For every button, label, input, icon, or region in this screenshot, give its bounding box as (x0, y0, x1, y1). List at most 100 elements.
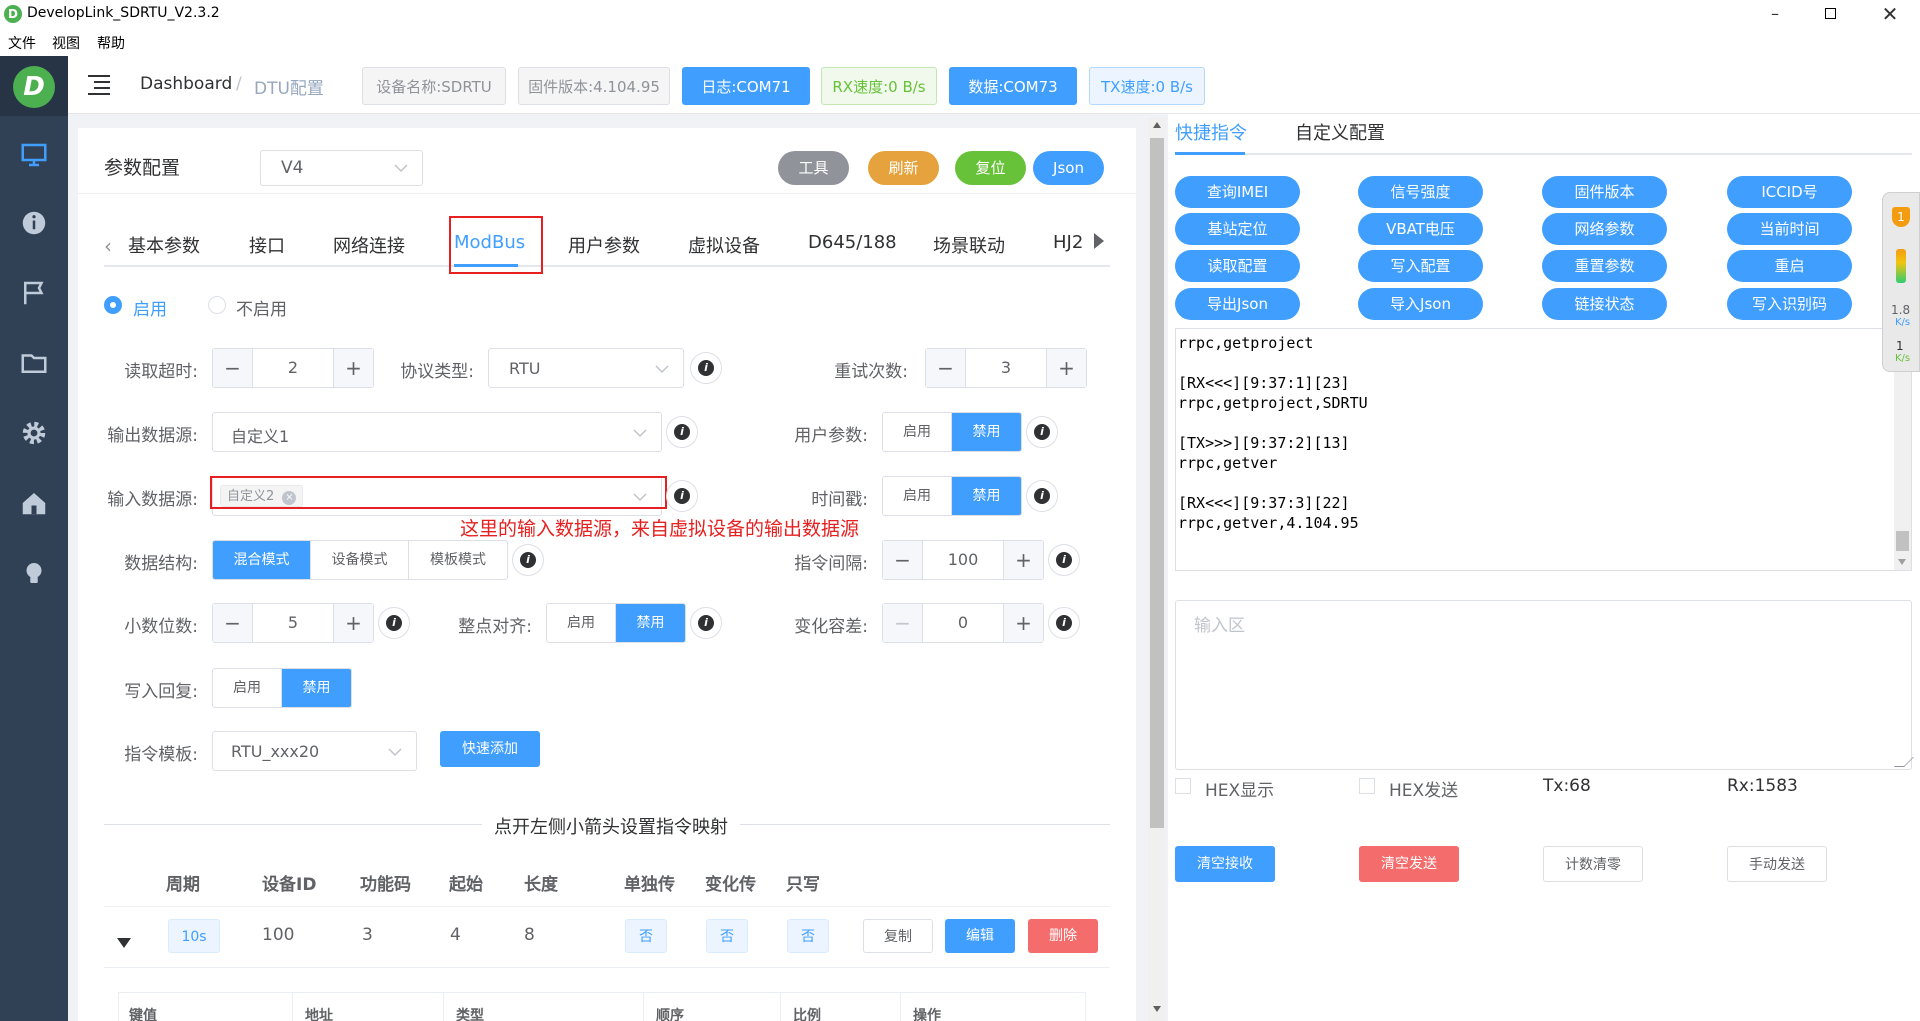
delete-button[interactable]: 删除 (1028, 919, 1098, 953)
menu-toggle-icon[interactable] (88, 73, 110, 95)
sidebar-item-info[interactable] (19, 208, 49, 238)
tolerance-stepper[interactable]: −0 + (882, 603, 1044, 643)
clear-receive-button[interactable]: 清空接收 (1175, 846, 1275, 882)
cmd-template-label: 指令模板: (124, 745, 198, 765)
hour-align-info-icon[interactable]: i (690, 607, 722, 639)
enable-radio-label[interactable]: 启用 (133, 295, 167, 320)
write-config-button[interactable]: 写入配置 (1358, 250, 1483, 282)
sidebar-item-settings[interactable] (19, 418, 49, 448)
maximize-button[interactable] (1815, 2, 1845, 26)
query-imei-button[interactable]: 查询IMEI (1175, 176, 1300, 208)
hex-show-label[interactable]: HEX显示 (1205, 776, 1274, 801)
log-area[interactable]: rrpc,getproject [RX<<<][9:37:1][23] rrpc… (1175, 328, 1912, 571)
export-json-button[interactable]: 导出Json (1175, 288, 1300, 320)
vbat-voltage-button[interactable]: VBAT电压 (1358, 213, 1483, 245)
tolerance-info-icon[interactable]: i (1048, 607, 1080, 639)
iccid-button[interactable]: ICCID号 (1727, 176, 1852, 208)
refresh-button[interactable]: 刷新 (868, 151, 939, 185)
cmd-template-select[interactable]: RTU_xxx20 (212, 731, 417, 771)
clear-send-button[interactable]: 清空发送 (1359, 846, 1459, 882)
decimal-stepper[interactable]: −5 + (212, 603, 374, 643)
sidebar-item-folder[interactable] (19, 348, 49, 378)
user-param-toggle[interactable]: 启用 禁用 (882, 412, 1022, 452)
retry-stepper[interactable]: −3 + (925, 348, 1087, 388)
reset-params-button[interactable]: 重置参数 (1542, 250, 1667, 282)
signal-strength-button[interactable]: 信号强度 (1358, 176, 1483, 208)
version-select[interactable]: V4 (260, 150, 423, 186)
link-status-button[interactable]: 链接状态 (1542, 288, 1667, 320)
data-port-button[interactable]: 数据:COM73 (949, 67, 1077, 105)
close-window-button[interactable]: ✕ (1875, 0, 1905, 28)
tab-basic-params[interactable]: 基本参数 (128, 232, 200, 258)
tabs-scroll-left-icon[interactable]: ‹ (104, 234, 112, 258)
tab-custom-config[interactable]: 自定义配置 (1295, 119, 1385, 145)
manual-send-button[interactable]: 手动发送 (1727, 846, 1827, 882)
expand-row-icon[interactable] (117, 938, 131, 948)
hex-send-label[interactable]: HEX发送 (1389, 776, 1458, 801)
write-reply-toggle[interactable]: 启用 禁用 (212, 668, 352, 708)
protocol-select[interactable]: RTU (488, 348, 684, 388)
data-struct-segment[interactable]: 混合模式 设备模式 模板模式 (212, 540, 508, 580)
breadcrumb-home[interactable]: Dashboard (140, 74, 232, 94)
disable-radio[interactable] (208, 296, 226, 314)
timestamp-toggle[interactable]: 启用 禁用 (882, 476, 1022, 516)
cmd-interval-info-icon[interactable]: i (1048, 544, 1080, 576)
quick-add-button[interactable]: 快速添加 (440, 731, 540, 767)
sidebar-item-monitor[interactable] (19, 140, 49, 170)
tab-d645[interactable]: D645/188 (808, 232, 897, 253)
reset-button[interactable]: 复位 (955, 151, 1026, 185)
copy-button[interactable]: 复制 (863, 919, 933, 953)
tabs-scroll-right-icon[interactable] (1094, 233, 1104, 249)
menu-file[interactable]: 文件 (8, 33, 36, 53)
data-struct-info-icon[interactable]: i (512, 544, 544, 576)
current-time-button[interactable]: 当前时间 (1727, 213, 1852, 245)
hour-align-toggle[interactable]: 启用 禁用 (546, 603, 686, 643)
tab-interface[interactable]: 接口 (249, 232, 285, 258)
enable-radio[interactable] (104, 296, 122, 314)
protocol-info-icon[interactable]: i (690, 352, 722, 384)
sidebar-item-tips[interactable] (19, 558, 49, 588)
tab-virtual-device[interactable]: 虚拟设备 (688, 232, 760, 258)
count-reset-button[interactable]: 计数清零 (1543, 846, 1643, 882)
reboot-button[interactable]: 重启 (1727, 250, 1852, 282)
tab-network[interactable]: 网络连接 (333, 232, 405, 258)
left-scrollbar[interactable] (1148, 118, 1166, 1021)
log-port-button[interactable]: 日志:COM71 (682, 67, 810, 105)
sidebar-item-flag[interactable] (19, 278, 49, 308)
resize-handle-icon[interactable] (1894, 757, 1914, 767)
menu-help[interactable]: 帮助 (97, 33, 125, 53)
retry-label: 重试次数: (834, 362, 908, 382)
edit-button[interactable]: 编辑 (945, 919, 1015, 953)
user-param-info-icon[interactable]: i (1026, 416, 1058, 448)
firmware-version-button[interactable]: 固件版本 (1542, 176, 1667, 208)
sidebar-item-home[interactable] (19, 488, 49, 518)
left-scrollbar-thumb[interactable] (1150, 138, 1164, 828)
json-button[interactable]: Json (1033, 151, 1104, 185)
timestamp-info-icon[interactable]: i (1026, 480, 1058, 512)
tab-hj2[interactable]: HJ2 (1053, 232, 1083, 253)
panel-divider (78, 193, 1136, 194)
read-timeout-stepper[interactable]: −2 + (212, 348, 374, 388)
send-input-area[interactable]: 输入区 (1175, 600, 1914, 770)
cmd-interval-stepper[interactable]: −100 + (882, 540, 1044, 580)
decimal-info-icon[interactable]: i (378, 607, 410, 639)
disable-radio-label[interactable]: 不启用 (236, 295, 287, 320)
hex-send-checkbox[interactable] (1359, 778, 1375, 794)
tab-user-params[interactable]: 用户参数 (568, 232, 640, 258)
network-speed-widget[interactable]: 1 1.8 K/s 1 K/s (1882, 192, 1920, 372)
import-json-button[interactable]: 导入Json (1358, 288, 1483, 320)
log-scrollbar-thumb[interactable] (1896, 531, 1909, 551)
hex-show-checkbox[interactable] (1175, 778, 1191, 794)
output-source-info-icon[interactable]: i (666, 416, 698, 448)
network-params-button[interactable]: 网络参数 (1542, 213, 1667, 245)
tool-button[interactable]: 工具 (778, 151, 849, 185)
tab-scene-link[interactable]: 场景联动 (933, 232, 1005, 258)
output-source-select[interactable]: 自定义1 (212, 412, 662, 452)
input-source-info-icon[interactable]: i (666, 480, 698, 512)
tab-quick-cmds[interactable]: 快捷指令 (1175, 119, 1247, 145)
minimize-button[interactable]: – (1760, 2, 1790, 26)
menu-view[interactable]: 视图 (52, 33, 80, 53)
read-config-button[interactable]: 读取配置 (1175, 250, 1300, 282)
cell-location-button[interactable]: 基站定位 (1175, 213, 1300, 245)
write-id-code-button[interactable]: 写入识别码 (1727, 288, 1852, 320)
